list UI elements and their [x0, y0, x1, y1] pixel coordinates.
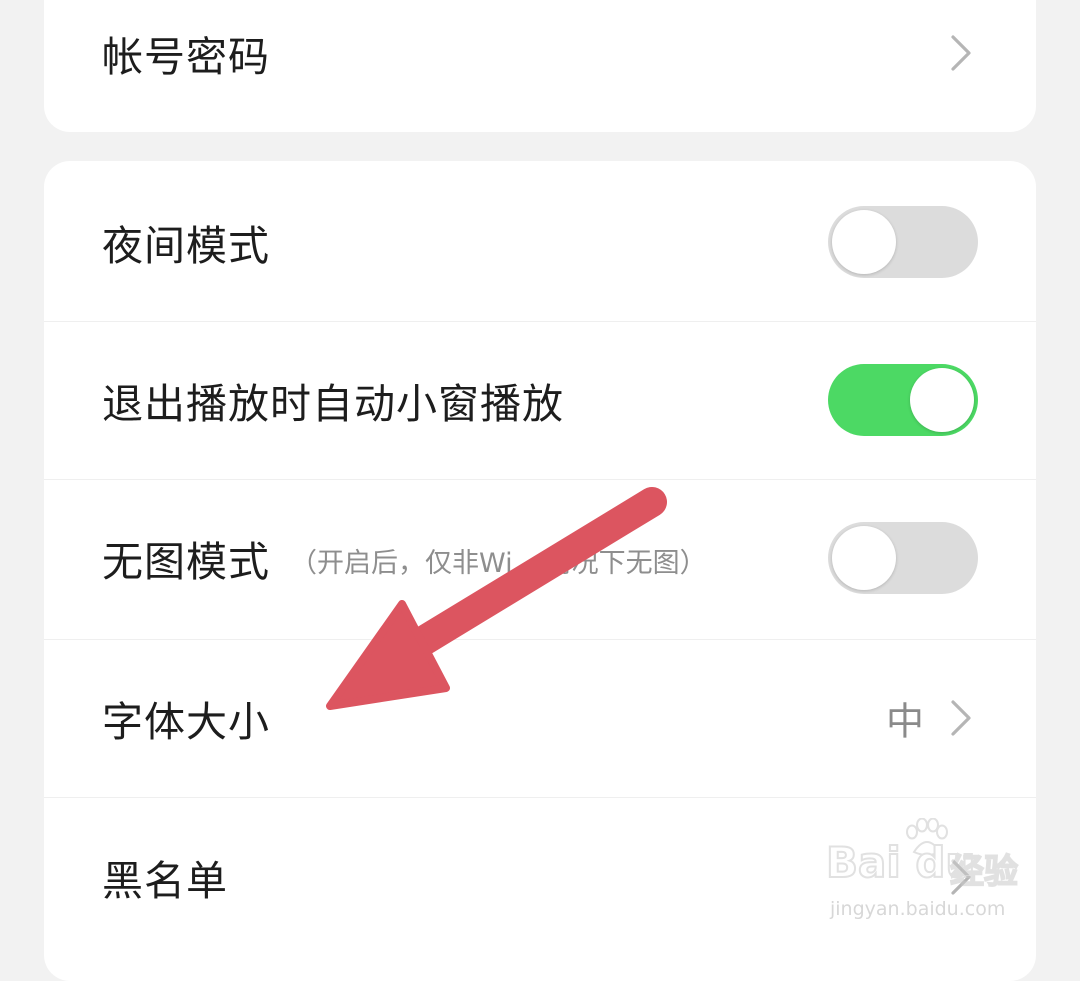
chevron-right-icon — [951, 35, 971, 71]
blacklist-label: 黑名单 — [102, 857, 228, 905]
night-mode-row: 夜间模式 — [44, 163, 1036, 321]
no-image-mode-title: 无图模式 — [102, 538, 270, 586]
font-size-row[interactable]: 字体大小 中 — [44, 639, 1036, 797]
night-mode-toggle[interactable] — [828, 206, 978, 278]
no-image-mode-label: 无图模式 （开启后，仅非Wi 情况下无图） — [102, 528, 707, 588]
no-image-mode-hint: （开启后，仅非Wi 情况下无图） — [290, 548, 707, 579]
baidu-jingyan-watermark: Bai du 经验 jingyan.baidu.com — [825, 818, 1026, 930]
account-password-row[interactable]: 帐号密码 — [44, 0, 1036, 132]
chevron-right-icon — [951, 700, 971, 736]
no-image-mode-row: 无图模式 （开启后，仅非Wi 情况下无图） — [44, 479, 1036, 637]
font-size-value: 中 — [885, 699, 924, 744]
toggle-knob — [832, 210, 896, 274]
account-password-label: 帐号密码 — [102, 33, 270, 81]
account-card: 帐号密码 — [44, 0, 1036, 132]
pip-on-exit-toggle[interactable] — [828, 364, 978, 436]
no-image-mode-hint-start: （开启后，仅非Wi — [290, 548, 513, 579]
pip-on-exit-label: 退出播放时自动小窗播放 — [102, 380, 564, 428]
no-image-mode-hint-end: 情况下无图） — [544, 548, 707, 579]
toggle-knob — [832, 526, 896, 590]
watermark-url: jingyan.baidu.com — [830, 898, 1006, 920]
no-image-mode-toggle[interactable] — [828, 522, 978, 594]
pip-on-exit-row: 退出播放时自动小窗播放 — [44, 321, 1036, 479]
font-size-label: 字体大小 — [102, 698, 270, 746]
night-mode-label: 夜间模式 — [102, 222, 270, 270]
toggle-knob — [910, 368, 974, 432]
watermark-brand-cn: 经验 — [949, 851, 1019, 893]
